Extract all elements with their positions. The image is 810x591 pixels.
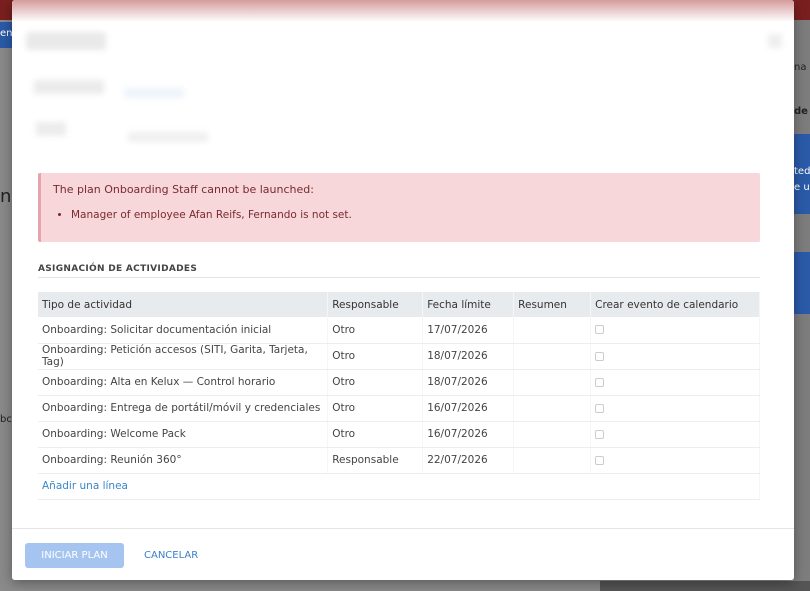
- responsible-cell[interactable]: Responsable: [327, 447, 424, 474]
- table-header-row: Tipo de actividad Responsable Fecha lími…: [38, 292, 760, 317]
- summary-cell[interactable]: [513, 317, 592, 344]
- summary-cell[interactable]: [513, 395, 592, 422]
- dialog-title: [26, 32, 106, 50]
- error-alert: The plan Onboarding Staff cannot be laun…: [38, 173, 760, 242]
- form-field[interactable]: [124, 88, 184, 98]
- alert-item: Manager of employee Afan Reifs, Fernando…: [71, 209, 748, 221]
- deadline-cell[interactable]: 22/07/2026: [422, 447, 515, 474]
- calendar-checkbox[interactable]: [595, 377, 605, 387]
- responsible-cell[interactable]: Otro: [327, 395, 424, 422]
- calendar-checkbox[interactable]: [595, 403, 605, 413]
- table-row[interactable]: Onboarding: Solicitar documentación inic…: [38, 317, 760, 344]
- background-right-card: [794, 252, 810, 314]
- calendar-checkbox[interactable]: [595, 351, 605, 361]
- activity-type-cell[interactable]: Onboarding: Alta en Kelux — Control hora…: [38, 369, 329, 396]
- calendar-cell: [590, 447, 760, 474]
- dialog-footer: INICIAR PLAN CANCELAR: [12, 528, 794, 580]
- calendar-checkbox[interactable]: [595, 455, 605, 465]
- calendar-cell: [590, 369, 760, 396]
- background-bottom-panel: [600, 581, 810, 591]
- responsible-cell[interactable]: Otro: [327, 421, 424, 448]
- background-right-panel: na r de a ted e u: [794, 20, 810, 591]
- responsible-cell[interactable]: Otro: [327, 369, 424, 396]
- activity-type-cell[interactable]: Onboarding: Solicitar documentación inic…: [38, 317, 329, 344]
- form-label: [36, 122, 66, 136]
- column-header-deadline[interactable]: Fecha límite: [422, 292, 515, 317]
- cancel-button[interactable]: CANCELAR: [138, 543, 204, 568]
- calendar-cell: [590, 317, 760, 344]
- activity-type-cell[interactable]: Onboarding: Welcome Pack: [38, 421, 329, 448]
- summary-cell[interactable]: [513, 447, 592, 474]
- background-right-text: ted: [794, 166, 810, 177]
- activity-type-cell[interactable]: Onboarding: Petición accesos (SITI, Gari…: [38, 343, 329, 370]
- deadline-cell[interactable]: 18/07/2026: [422, 369, 515, 396]
- deadline-cell[interactable]: 16/07/2026: [422, 395, 515, 422]
- calendar-checkbox[interactable]: [595, 429, 605, 439]
- start-plan-button[interactable]: INICIAR PLAN: [25, 543, 124, 568]
- responsible-cell[interactable]: Otro: [327, 343, 424, 370]
- summary-cell[interactable]: [513, 343, 592, 370]
- dialog-header-area: [12, 0, 794, 165]
- add-line-cell: Añadir una línea: [38, 473, 760, 500]
- table-row[interactable]: Onboarding: Welcome Pack Otro 16/07/2026: [38, 421, 760, 448]
- table-row[interactable]: Onboarding: Reunión 360° Responsable 22/…: [38, 447, 760, 474]
- form-field[interactable]: [128, 132, 208, 142]
- background-right-text: de a: [794, 106, 810, 117]
- add-line-row: Añadir una línea: [38, 473, 760, 500]
- activity-type-cell[interactable]: Onboarding: Reunión 360°: [38, 447, 329, 474]
- background-right-text: na r: [794, 62, 810, 73]
- responsible-cell[interactable]: Otro: [327, 317, 424, 344]
- background-tab-label: en: [0, 28, 13, 39]
- start-plan-dialog: The plan Onboarding Staff cannot be laun…: [12, 0, 794, 580]
- calendar-cell: [590, 395, 760, 422]
- deadline-cell[interactable]: 18/07/2026: [422, 343, 515, 370]
- table-row[interactable]: Onboarding: Entrega de portátil/móvil y …: [38, 395, 760, 422]
- deadline-cell[interactable]: 17/07/2026: [422, 317, 515, 344]
- background-left-text: n: [0, 186, 12, 207]
- summary-cell[interactable]: [513, 369, 592, 396]
- table-row[interactable]: Onboarding: Alta en Kelux — Control hora…: [38, 369, 760, 396]
- add-line-link[interactable]: Añadir una línea: [42, 480, 128, 492]
- activities-table: Tipo de actividad Responsable Fecha lími…: [38, 292, 760, 500]
- column-header-summary[interactable]: Resumen: [513, 292, 592, 317]
- calendar-checkbox[interactable]: [595, 325, 605, 335]
- column-header-type[interactable]: Tipo de actividad: [38, 292, 329, 317]
- close-icon[interactable]: [768, 34, 782, 48]
- calendar-cell: [590, 421, 760, 448]
- activity-type-cell[interactable]: Onboarding: Entrega de portátil/móvil y …: [38, 395, 329, 422]
- calendar-cell: [590, 343, 760, 370]
- deadline-cell[interactable]: 16/07/2026: [422, 421, 515, 448]
- alert-title: The plan Onboarding Staff cannot be laun…: [53, 183, 314, 196]
- form-label: [34, 80, 104, 94]
- alert-list: Manager of employee Afan Reifs, Fernando…: [53, 209, 748, 221]
- background-right-text: e u: [794, 182, 810, 193]
- summary-cell[interactable]: [513, 421, 592, 448]
- column-header-responsible[interactable]: Responsable: [327, 292, 424, 317]
- column-header-calendar[interactable]: Crear evento de calendario: [590, 292, 760, 317]
- table-row[interactable]: Onboarding: Petición accesos (SITI, Gari…: [38, 343, 760, 370]
- top-shade: [12, 0, 794, 22]
- section-title: ASIGNACIÓN DE ACTIVIDADES: [38, 264, 760, 278]
